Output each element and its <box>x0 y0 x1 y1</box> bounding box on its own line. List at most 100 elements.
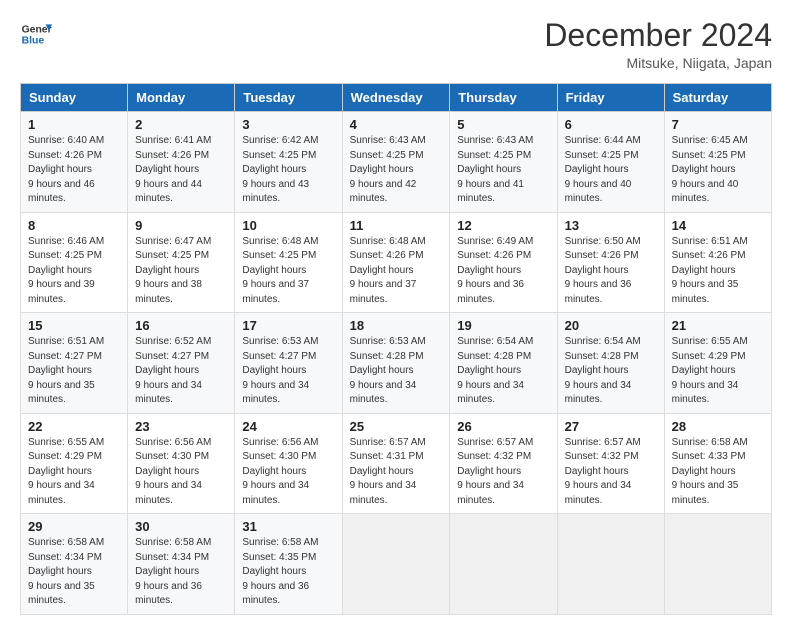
daylight-value: 9 hours and 34 minutes. <box>28 480 95 506</box>
calendar-cell: 20 Sunrise: 6:54 AM Sunset: 4:28 PM Dayl… <box>557 313 664 414</box>
sunset-label: Sunset: 4:25 PM <box>672 150 746 161</box>
calendar-cell: 11 Sunrise: 6:48 AM Sunset: 4:26 PM Dayl… <box>342 212 450 313</box>
daylight-value: 9 hours and 34 minutes. <box>242 480 309 506</box>
calendar-cell: 27 Sunrise: 6:57 AM Sunset: 4:32 PM Dayl… <box>557 413 664 514</box>
day-number: 10 <box>242 218 334 233</box>
sunrise-label: Sunrise: 6:55 AM <box>28 437 104 448</box>
day-info: Sunrise: 6:58 AM Sunset: 4:34 PM Dayligh… <box>28 536 120 609</box>
day-number: 22 <box>28 419 120 434</box>
daylight-value: 9 hours and 35 minutes. <box>28 581 95 607</box>
calendar-cell: 30 Sunrise: 6:58 AM Sunset: 4:34 PM Dayl… <box>128 514 235 615</box>
daylight-value: 9 hours and 34 minutes. <box>565 480 632 506</box>
calendar-cell <box>342 514 450 615</box>
day-number: 5 <box>457 117 549 132</box>
daylight-value: 9 hours and 37 minutes. <box>350 279 417 305</box>
day-number: 15 <box>28 318 120 333</box>
day-number: 19 <box>457 318 549 333</box>
day-number: 21 <box>672 318 764 333</box>
daylight-label: Daylight hours <box>672 466 736 477</box>
daylight-label: Daylight hours <box>565 265 629 276</box>
day-number: 11 <box>350 218 443 233</box>
sunset-label: Sunset: 4:26 PM <box>135 150 209 161</box>
sunset-label: Sunset: 4:26 PM <box>565 250 639 261</box>
day-info: Sunrise: 6:40 AM Sunset: 4:26 PM Dayligh… <box>28 134 120 207</box>
sunrise-label: Sunrise: 6:47 AM <box>135 236 211 247</box>
sunset-label: Sunset: 4:26 PM <box>350 250 424 261</box>
day-info: Sunrise: 6:57 AM Sunset: 4:32 PM Dayligh… <box>457 436 549 509</box>
day-info: Sunrise: 6:57 AM Sunset: 4:31 PM Dayligh… <box>350 436 443 509</box>
sunrise-label: Sunrise: 6:46 AM <box>28 236 104 247</box>
sunset-label: Sunset: 4:28 PM <box>457 351 531 362</box>
sunset-label: Sunset: 4:25 PM <box>350 150 424 161</box>
day-number: 16 <box>135 318 227 333</box>
calendar-cell: 18 Sunrise: 6:53 AM Sunset: 4:28 PM Dayl… <box>342 313 450 414</box>
svg-text:Blue: Blue <box>22 36 45 47</box>
day-number: 4 <box>350 117 443 132</box>
day-number: 3 <box>242 117 334 132</box>
calendar-row: 1 Sunrise: 6:40 AM Sunset: 4:26 PM Dayli… <box>21 112 772 213</box>
sunrise-label: Sunrise: 6:57 AM <box>565 437 641 448</box>
calendar-row: 29 Sunrise: 6:58 AM Sunset: 4:34 PM Dayl… <box>21 514 772 615</box>
calendar-cell: 12 Sunrise: 6:49 AM Sunset: 4:26 PM Dayl… <box>450 212 557 313</box>
header-row: Sunday Monday Tuesday Wednesday Thursday… <box>21 84 772 112</box>
calendar-cell: 14 Sunrise: 6:51 AM Sunset: 4:26 PM Dayl… <box>664 212 771 313</box>
calendar-cell: 31 Sunrise: 6:58 AM Sunset: 4:35 PM Dayl… <box>235 514 342 615</box>
day-info: Sunrise: 6:58 AM Sunset: 4:33 PM Dayligh… <box>672 436 764 509</box>
daylight-value: 9 hours and 40 minutes. <box>672 179 739 205</box>
title-block: December 2024 Mitsuke, Niigata, Japan <box>544 18 772 71</box>
sunset-label: Sunset: 4:25 PM <box>457 150 531 161</box>
sunset-label: Sunset: 4:26 PM <box>457 250 531 261</box>
sunrise-label: Sunrise: 6:56 AM <box>135 437 211 448</box>
daylight-label: Daylight hours <box>28 365 92 376</box>
day-info: Sunrise: 6:53 AM Sunset: 4:27 PM Dayligh… <box>242 335 334 408</box>
daylight-label: Daylight hours <box>457 164 521 175</box>
daylight-label: Daylight hours <box>350 164 414 175</box>
day-number: 26 <box>457 419 549 434</box>
daylight-label: Daylight hours <box>672 164 736 175</box>
sunset-label: Sunset: 4:27 PM <box>242 351 316 362</box>
day-number: 29 <box>28 519 120 534</box>
sunrise-label: Sunrise: 6:57 AM <box>350 437 426 448</box>
sunset-label: Sunset: 4:27 PM <box>28 351 102 362</box>
daylight-label: Daylight hours <box>135 164 199 175</box>
daylight-label: Daylight hours <box>457 466 521 477</box>
day-number: 9 <box>135 218 227 233</box>
col-sunday: Sunday <box>21 84 128 112</box>
day-info: Sunrise: 6:53 AM Sunset: 4:28 PM Dayligh… <box>350 335 443 408</box>
day-info: Sunrise: 6:42 AM Sunset: 4:25 PM Dayligh… <box>242 134 334 207</box>
sunrise-label: Sunrise: 6:58 AM <box>28 537 104 548</box>
day-number: 31 <box>242 519 334 534</box>
daylight-label: Daylight hours <box>672 265 736 276</box>
day-number: 7 <box>672 117 764 132</box>
day-info: Sunrise: 6:52 AM Sunset: 4:27 PM Dayligh… <box>135 335 227 408</box>
sunrise-label: Sunrise: 6:54 AM <box>457 336 533 347</box>
day-info: Sunrise: 6:51 AM Sunset: 4:27 PM Dayligh… <box>28 335 120 408</box>
sunrise-label: Sunrise: 6:42 AM <box>242 135 318 146</box>
sunset-label: Sunset: 4:25 PM <box>28 250 102 261</box>
daylight-label: Daylight hours <box>350 365 414 376</box>
daylight-value: 9 hours and 36 minutes. <box>457 279 524 305</box>
col-thursday: Thursday <box>450 84 557 112</box>
daylight-label: Daylight hours <box>242 566 306 577</box>
day-number: 8 <box>28 218 120 233</box>
sunset-label: Sunset: 4:29 PM <box>28 451 102 462</box>
day-info: Sunrise: 6:54 AM Sunset: 4:28 PM Dayligh… <box>457 335 549 408</box>
sunset-label: Sunset: 4:25 PM <box>242 150 316 161</box>
day-number: 23 <box>135 419 227 434</box>
logo-icon: General Blue <box>20 18 52 50</box>
day-number: 27 <box>565 419 657 434</box>
daylight-value: 9 hours and 39 minutes. <box>28 279 95 305</box>
daylight-value: 9 hours and 34 minutes. <box>457 480 524 506</box>
calendar-header: Sunday Monday Tuesday Wednesday Thursday… <box>21 84 772 112</box>
calendar-body: 1 Sunrise: 6:40 AM Sunset: 4:26 PM Dayli… <box>21 112 772 615</box>
daylight-label: Daylight hours <box>457 365 521 376</box>
day-info: Sunrise: 6:56 AM Sunset: 4:30 PM Dayligh… <box>242 436 334 509</box>
day-info: Sunrise: 6:54 AM Sunset: 4:28 PM Dayligh… <box>565 335 657 408</box>
calendar-table: Sunday Monday Tuesday Wednesday Thursday… <box>20 83 772 615</box>
daylight-value: 9 hours and 38 minutes. <box>135 279 202 305</box>
calendar-cell <box>450 514 557 615</box>
daylight-label: Daylight hours <box>242 265 306 276</box>
day-info: Sunrise: 6:46 AM Sunset: 4:25 PM Dayligh… <box>28 235 120 308</box>
daylight-value: 9 hours and 34 minutes. <box>565 380 632 406</box>
day-info: Sunrise: 6:43 AM Sunset: 4:25 PM Dayligh… <box>457 134 549 207</box>
